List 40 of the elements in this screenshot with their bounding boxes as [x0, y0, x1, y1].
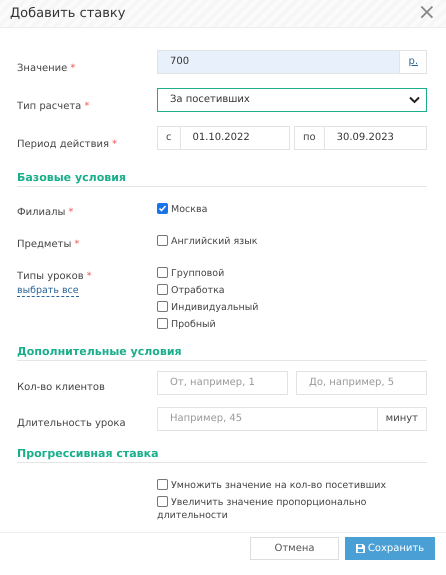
checkbox[interactable]	[157, 496, 168, 507]
chevron-down-icon	[409, 96, 420, 104]
field-label: Значение *	[17, 62, 76, 75]
checkbox-option[interactable]: Групповой	[157, 266, 427, 280]
checkbox[interactable]	[157, 234, 168, 246]
dialog-title: Добавить ставку	[10, 6, 126, 21]
field-label: Предметы *	[17, 238, 80, 251]
checkbox[interactable]	[157, 300, 168, 312]
from-field[interactable]: От, например, 1	[157, 370, 288, 395]
field-label: Длительность урока	[17, 416, 127, 430]
unit-label: минут	[376, 406, 427, 431]
date-from-field[interactable]: с 01.10.2022	[157, 126, 290, 150]
field-label: Филиалы *	[17, 206, 74, 219]
field-label: Тип расчета *	[17, 100, 90, 113]
to-field[interactable]: До, например, 5	[296, 370, 427, 395]
checkbox[interactable]	[157, 202, 168, 214]
checkbox-option[interactable]: Английский язык	[157, 234, 427, 248]
field-label: Типы уроков *	[17, 270, 93, 283]
checkbox[interactable]	[157, 478, 168, 490]
checkbox-option[interactable]: Пробный	[157, 318, 427, 331]
checkbox[interactable]	[157, 318, 168, 329]
checkbox[interactable]	[157, 266, 168, 278]
currency-link[interactable]: р.	[399, 50, 426, 73]
checkbox-option[interactable]: Москва	[157, 202, 427, 216]
checkbox-option[interactable]: Умножить значение на кол-во посетивших	[157, 478, 427, 492]
checkbox-option[interactable]: Отработка	[157, 284, 427, 297]
section-title: Дополнительные условия	[17, 344, 427, 361]
duration-field[interactable]: Например, 45	[157, 406, 377, 431]
checkbox-option[interactable]: Увеличить значение пропорционально длительности	[157, 496, 427, 522]
field-label: Кол-во клиентов	[17, 380, 106, 394]
checkbox[interactable]	[157, 284, 168, 295]
calculation-select[interactable]: За посетивших	[157, 88, 427, 112]
section-title: Базовые условия	[17, 170, 427, 187]
date-to-field[interactable]: по 30.09.2023	[294, 126, 427, 150]
value-field[interactable]: 700 р.	[157, 50, 427, 74]
field-label: Период действия *	[17, 138, 118, 151]
section-title: Прогрессивная ставка	[17, 446, 427, 463]
select-all-link[interactable]: выбрать все	[17, 284, 79, 297]
cancel-button[interactable]: Отмена	[250, 537, 339, 560]
checkbox-option[interactable]: Индивидуальный	[157, 300, 427, 314]
